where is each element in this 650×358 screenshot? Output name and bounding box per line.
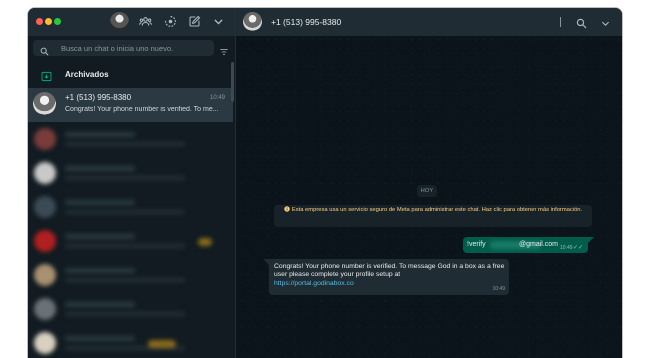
message-time: 10:49 xyxy=(560,245,573,251)
list-item[interactable] xyxy=(28,326,235,358)
list-item[interactable] xyxy=(28,122,235,156)
zoom-window-button[interactable] xyxy=(54,18,61,25)
divider xyxy=(560,17,561,27)
chat-preview: Congrats! Your phone number is verified.… xyxy=(65,106,219,113)
encryption-notice[interactable]: Esta empresa usa un servicio seguro de M… xyxy=(274,205,592,227)
minimize-window-button[interactable] xyxy=(45,18,52,25)
message-body: Congrats! Your phone number is verified.… xyxy=(274,263,506,288)
message-time: 10:49 xyxy=(492,286,505,292)
conversation-panel: +1 (513) 995-8380 HOY Esta empresa usa u… xyxy=(236,8,622,358)
contact-avatar xyxy=(33,92,56,115)
date-separator: HOY xyxy=(417,185,437,197)
info-icon xyxy=(284,206,290,212)
bubble-tail xyxy=(588,237,594,243)
search-box[interactable] xyxy=(33,40,214,56)
blurred-chat-list xyxy=(28,122,235,358)
search-icon xyxy=(40,43,49,56)
chat-list-item-active[interactable]: +1 (513) 995-8380 10:49 Congrats! Your p… xyxy=(28,88,233,122)
message-link[interactable]: https://portal.godinabox.co xyxy=(274,280,354,287)
incoming-message[interactable]: Congrats! Your phone number is verified.… xyxy=(269,259,509,295)
sidebar: Archivados +1 (513) 995-8380 10:49 Congr… xyxy=(28,8,236,358)
conversation-title[interactable]: +1 (513) 995-8380 xyxy=(271,17,341,27)
archive-icon xyxy=(41,69,52,82)
outgoing-message[interactable]: !verify @gmail.com 10:49 ✓✓ xyxy=(463,237,588,253)
chat-time: 10:49 xyxy=(209,95,225,101)
notice-text: Esta empresa usa un servicio seguro de M… xyxy=(291,207,583,213)
status-icon[interactable] xyxy=(164,15,177,28)
sidebar-header xyxy=(28,8,235,36)
chat-name: +1 (513) 995-8380 xyxy=(65,93,132,102)
list-item[interactable] xyxy=(28,292,235,326)
list-item[interactable] xyxy=(28,224,235,258)
new-chat-icon[interactable] xyxy=(188,15,201,28)
search-icon[interactable] xyxy=(576,16,587,29)
message-text: Congrats! Your phone number is verified.… xyxy=(274,263,505,279)
sidebar-scrollbar[interactable] xyxy=(231,62,234,102)
contact-avatar[interactable] xyxy=(243,12,262,31)
archived-label: Archivados xyxy=(65,70,109,79)
message-text-end: @gmail.com xyxy=(519,241,559,248)
profile-avatar[interactable] xyxy=(110,12,129,31)
chevron-down-icon[interactable] xyxy=(600,16,611,27)
filter-icon[interactable] xyxy=(219,44,229,55)
archived-row[interactable]: Archivados xyxy=(28,62,235,88)
list-item[interactable] xyxy=(28,258,235,292)
list-item[interactable] xyxy=(28,190,235,224)
search-row xyxy=(28,36,235,62)
conversation-header[interactable]: +1 (513) 995-8380 xyxy=(236,8,622,36)
community-icon[interactable] xyxy=(139,15,152,28)
app-window: Archivados +1 (513) 995-8380 10:49 Congr… xyxy=(28,8,622,358)
message-text-start: !verify xyxy=(467,241,486,248)
search-input[interactable] xyxy=(61,41,209,55)
menu-chevron-icon[interactable] xyxy=(212,15,225,28)
close-window-button[interactable] xyxy=(36,18,43,25)
read-receipt-icon: ✓✓ xyxy=(573,245,584,251)
list-item[interactable] xyxy=(28,156,235,190)
